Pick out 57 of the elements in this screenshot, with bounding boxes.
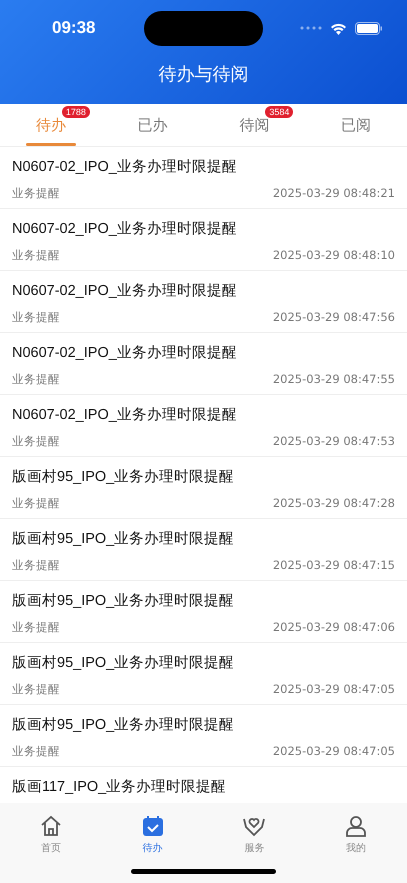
item-time: 2025-03-29 08:47:56	[272, 310, 395, 325]
list-item[interactable]: 版画村95_IPO_业务办理时限提醒 业务提醒 2025-03-29 08:47:05	[0, 643, 407, 705]
tab-bar-item[interactable]: 待办	[102, 815, 204, 855]
count-badge: 1788	[62, 106, 90, 118]
item-time: 2025-03-29 08:48:10	[272, 248, 395, 263]
list-item[interactable]: N0607-02_IPO_业务办理时限提醒 业务提醒 2025-03-29 08:48:10	[0, 209, 407, 271]
page-title: 待办与待阅	[158, 63, 250, 86]
calendar-check-icon	[142, 815, 164, 837]
list-item[interactable]: N0607-02_IPO_业务办理时限提醒 业务提醒 2025-03-29 08:47:55	[0, 333, 407, 395]
item-type: 业务提醒	[12, 682, 60, 697]
item-title: 版画村95_IPO_业务办理时限提醒	[12, 654, 236, 672]
item-type: 业务提醒	[12, 310, 60, 325]
item-title: N0607-02_IPO_业务办理时限提醒	[12, 406, 238, 424]
person-icon	[345, 815, 368, 837]
tab[interactable]: 已办	[102, 104, 204, 146]
list-item[interactable]: 版画村95_IPO_业务办理时限提醒 业务提醒 2025-03-29 08:47:06	[0, 581, 407, 643]
list-item[interactable]: N0607-02_IPO_业务办理时限提醒 业务提醒 2025-03-29 08:47:53	[0, 395, 407, 457]
item-type: 业务提醒	[12, 744, 60, 759]
item-type: 业务提醒	[12, 372, 60, 387]
item-title: 版画村95_IPO_业务办理时限提醒	[12, 530, 236, 548]
item-title: N0607-02_IPO_业务办理时限提醒	[12, 282, 238, 300]
item-type: 业务提醒	[12, 496, 60, 511]
list-item[interactable]: N0607-02_IPO_业务办理时限提醒 业务提醒 2025-03-29 08:48:21	[0, 147, 407, 209]
item-title: N0607-02_IPO_业务办理时限提醒	[12, 220, 238, 238]
item-title: N0607-02_IPO_业务办理时限提醒	[12, 158, 238, 176]
item-time: 2025-03-29 08:47:55	[272, 372, 395, 387]
list-item[interactable]: N0607-02_IPO_业务办理时限提醒 业务提醒 2025-03-29 08:47:56	[0, 271, 407, 333]
item-time: 2025-03-29 08:47:05	[272, 744, 395, 759]
tab[interactable]: 待办 1788	[0, 104, 102, 146]
tab[interactable]: 已阅	[305, 104, 407, 146]
count-badge: 3584	[265, 106, 294, 118]
item-time: 2025-03-29 08:47:15	[272, 558, 395, 573]
status-time: 09:38	[52, 18, 96, 38]
list-item[interactable]: 版画村95_IPO_业务办理时限提醒 业务提醒 2025-03-29 08:47:28	[0, 457, 407, 519]
item-time: 2025-03-29 08:47:05	[272, 682, 395, 697]
item-time: 2025-03-29 08:48:21	[272, 186, 395, 201]
item-time: 2025-03-29 08:47:28	[272, 496, 395, 511]
wifi-icon	[330, 22, 347, 34]
item-title: 版画村95_IPO_业务办理时限提醒	[12, 592, 236, 610]
item-type: 业务提醒	[12, 186, 60, 201]
item-title: N0607-02_IPO_业务办理时限提醒	[12, 344, 238, 362]
item-type: 业务提醒	[12, 620, 60, 635]
item-time: 2025-03-29 08:47:06	[272, 620, 395, 635]
item-type: 业务提醒	[12, 248, 60, 263]
item-type: 业务提醒	[12, 434, 60, 449]
signal-icon	[300, 26, 322, 30]
heart-hands-icon	[242, 815, 266, 837]
item-title: 版画117_IPO_业务办理时限提醒	[12, 778, 228, 796]
item-type: 业务提醒	[12, 558, 60, 573]
list-item[interactable]: 版画村95_IPO_业务办理时限提醒 业务提醒 2025-03-29 08:47:05	[0, 705, 407, 767]
item-title: 版画村95_IPO_业务办理时限提醒	[12, 716, 236, 734]
list-item[interactable]: 版画村95_IPO_业务办理时限提醒 业务提醒 2025-03-29 08:47:15	[0, 519, 407, 581]
item-title: 版画村95_IPO_业务办理时限提醒	[12, 468, 236, 486]
battery-icon	[355, 22, 383, 34]
home-icon	[40, 815, 62, 837]
item-time: 2025-03-29 08:47:53	[272, 434, 395, 449]
tab[interactable]: 待阅 3584	[204, 104, 306, 146]
